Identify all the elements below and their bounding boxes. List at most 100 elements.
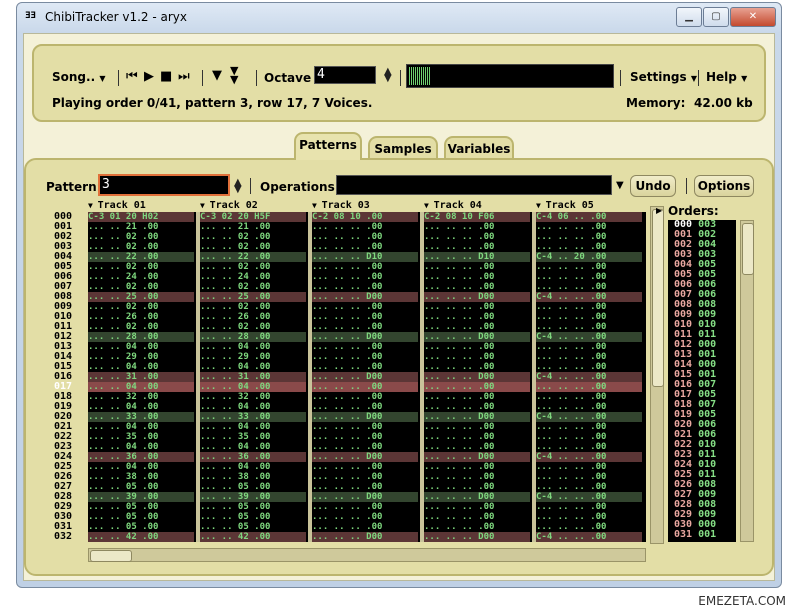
scroll-thumb[interactable] bbox=[90, 550, 132, 562]
tab-patterns[interactable]: Patterns bbox=[294, 132, 362, 160]
track-header-label: Track 02 bbox=[209, 200, 258, 211]
table-row: ... .. .. .00 bbox=[424, 442, 495, 452]
toolbar-separator bbox=[686, 178, 687, 194]
table-row: ... .. 21 .00 bbox=[88, 222, 159, 232]
list-item[interactable]: 031 001 bbox=[668, 530, 736, 540]
table-row: ... .. 31 .00 bbox=[200, 372, 306, 382]
operations-select[interactable] bbox=[336, 175, 612, 195]
table-row: ... .. .. .00 bbox=[312, 392, 383, 402]
table-row: C-2 08 10 .00 bbox=[312, 212, 418, 222]
table-row: ... .. .. .00 bbox=[424, 232, 495, 242]
operations-label: Operations: bbox=[260, 180, 340, 194]
table-row: ... .. .. .00 bbox=[312, 402, 383, 412]
pattern-spin-icon[interactable]: ▲ ▼ bbox=[234, 178, 242, 195]
table-row: ... .. 38 .00 bbox=[200, 472, 271, 482]
undo-button[interactable]: Undo bbox=[630, 175, 676, 197]
track-column-3[interactable]: C-2 08 10 .00... .. .. .00... .. .. .00.… bbox=[312, 212, 418, 542]
minimize-button[interactable]: ▁ bbox=[676, 7, 702, 27]
help-menu[interactable]: Help ▼ bbox=[706, 70, 747, 84]
table-row: ... .. 39 .00 bbox=[200, 492, 306, 502]
table-row: ... .. .. .00 bbox=[312, 342, 383, 352]
table-row: ... .. .. .00 bbox=[424, 322, 495, 332]
table-row: ... .. 04 .00 bbox=[88, 422, 159, 432]
table-row: ... .. .. .00 bbox=[424, 352, 495, 362]
track-header-3[interactable]: ▼ Track 03 bbox=[312, 200, 370, 211]
options-button[interactable]: Options bbox=[694, 175, 754, 197]
table-row: ... .. .. D00 bbox=[312, 372, 418, 382]
table-row: ... .. .. .00 bbox=[312, 462, 383, 472]
table-row: ... .. 28 .00 bbox=[200, 332, 306, 342]
table-row: ... .. 28 .00 bbox=[88, 332, 194, 342]
table-row: ... .. .. .00 bbox=[312, 422, 383, 432]
table-row: ... .. 35 .00 bbox=[88, 432, 159, 442]
tab-samples[interactable]: Samples bbox=[368, 136, 438, 158]
table-row: ... .. 26 .00 bbox=[200, 312, 271, 322]
table-row: ... .. 05 .00 bbox=[88, 512, 159, 522]
table-row: ... .. 02 .00 bbox=[88, 242, 159, 252]
table-row: ... .. .. .00 bbox=[424, 312, 495, 322]
table-row: ... .. .. .00 bbox=[424, 362, 495, 372]
octave-input[interactable]: 4 bbox=[314, 66, 376, 84]
fast-forward-icon[interactable]: ⏭ bbox=[178, 69, 190, 84]
table-row: ... .. 05 .00 bbox=[200, 502, 271, 512]
maximize-button[interactable]: ▢ bbox=[703, 7, 729, 27]
table-row: ... .. .. .00 bbox=[312, 242, 383, 252]
octave-spin-icon[interactable]: ▲ ▼ bbox=[384, 67, 392, 84]
chevron-down-icon[interactable]: ▼ bbox=[616, 180, 624, 191]
window-title: ChibiTracker v1.2 - aryx bbox=[45, 10, 188, 24]
track-column-4[interactable]: C-2 08 10 F06... .. .. .00... .. .. .00.… bbox=[424, 212, 530, 542]
scroll-thumb[interactable] bbox=[652, 209, 664, 387]
scroll-thumb[interactable] bbox=[742, 223, 754, 275]
table-row: ... .. 04 .00 bbox=[200, 342, 271, 352]
track-header-4[interactable]: ▼ Track 04 bbox=[424, 200, 482, 211]
octave-down-icon[interactable]: ▼ bbox=[212, 68, 222, 83]
rewind-icon[interactable]: ⏮ bbox=[126, 69, 138, 84]
memory-label: Memory: bbox=[626, 96, 686, 110]
table-row: ... .. 02 .00 bbox=[88, 232, 159, 242]
table-row: ... .. 35 .00 bbox=[200, 432, 271, 442]
stop-icon[interactable]: ■ bbox=[160, 69, 172, 84]
table-row: ... .. .. .00 bbox=[536, 472, 607, 482]
track-header-5[interactable]: ▼ Track 05 bbox=[536, 200, 594, 211]
track-header-1[interactable]: ▼ Track 01 bbox=[88, 200, 146, 211]
settings-menu[interactable]: Settings ▼ bbox=[630, 70, 697, 84]
table-row: ... .. 22 .00 bbox=[88, 252, 194, 262]
track-header-label: Track 03 bbox=[321, 200, 370, 211]
table-row: ... .. .. .00 bbox=[312, 362, 383, 372]
pattern-grid[interactable]: C-3 01 20 H02... .. 21 .00... .. 02 .00.… bbox=[88, 212, 646, 542]
table-row: ... .. .. .00 bbox=[536, 432, 607, 442]
table-row: ... .. .. .00 bbox=[312, 302, 383, 312]
track-column-2[interactable]: C-3 02 20 H5F... .. 21 .00... .. 02 .00.… bbox=[200, 212, 306, 542]
orders-list[interactable]: 000 003 001 002 002 004 003 003 004 005 005 0… bbox=[668, 220, 736, 542]
chevron-down-icon: ▼ bbox=[200, 201, 210, 210]
track-column-5[interactable]: C-4 06 .. .00... .. .. .00... .. .. .00.… bbox=[536, 212, 642, 542]
play-icon[interactable]: ▶ bbox=[144, 69, 154, 84]
table-row: ... .. .. .00 bbox=[424, 272, 495, 282]
track-header-label: Track 01 bbox=[97, 200, 146, 211]
title-bar[interactable]: ƎƎ ChibiTracker v1.2 - aryx ▁ ▢ ✕ bbox=[17, 3, 781, 33]
track-header-2[interactable]: ▼ Track 02 bbox=[200, 200, 258, 211]
table-row: ... .. .. .00 bbox=[424, 422, 495, 432]
pattern-vertical-scrollbar[interactable] bbox=[650, 206, 664, 544]
table-row: ... .. 02 .00 bbox=[200, 242, 271, 252]
song-menu[interactable]: Song.. ▼ bbox=[52, 70, 105, 84]
table-row: ... .. .. .00 bbox=[424, 472, 495, 482]
table-row: ... .. 26 .00 bbox=[88, 312, 159, 322]
table-row: ... .. 04 .00 bbox=[88, 362, 159, 372]
octave-double-down-icon[interactable]: ▼ ▼ bbox=[230, 65, 238, 85]
table-row: ... .. 04 .00 bbox=[88, 402, 159, 412]
table-row: ... .. .. .00 bbox=[312, 232, 383, 242]
table-row: ... .. 25 .00 bbox=[88, 292, 194, 302]
table-row: ... .. 22 .00 bbox=[200, 252, 306, 262]
track-column-1[interactable]: C-3 01 20 H02... .. 21 .00... .. 02 .00.… bbox=[88, 212, 194, 542]
table-row: ... .. .. .00 bbox=[312, 312, 383, 322]
table-row: ... .. .. .00 bbox=[536, 512, 607, 522]
close-button[interactable]: ✕ bbox=[730, 7, 776, 27]
pattern-horizontal-scrollbar[interactable] bbox=[88, 548, 646, 562]
toolbar-separator bbox=[256, 70, 257, 86]
order-pattern: 001 bbox=[698, 529, 717, 540]
chevron-down-icon: ▼ bbox=[312, 201, 322, 210]
orders-scrollbar[interactable] bbox=[740, 220, 754, 542]
tab-variables[interactable]: Variables bbox=[444, 136, 514, 158]
pattern-input[interactable]: 3 bbox=[98, 174, 230, 196]
